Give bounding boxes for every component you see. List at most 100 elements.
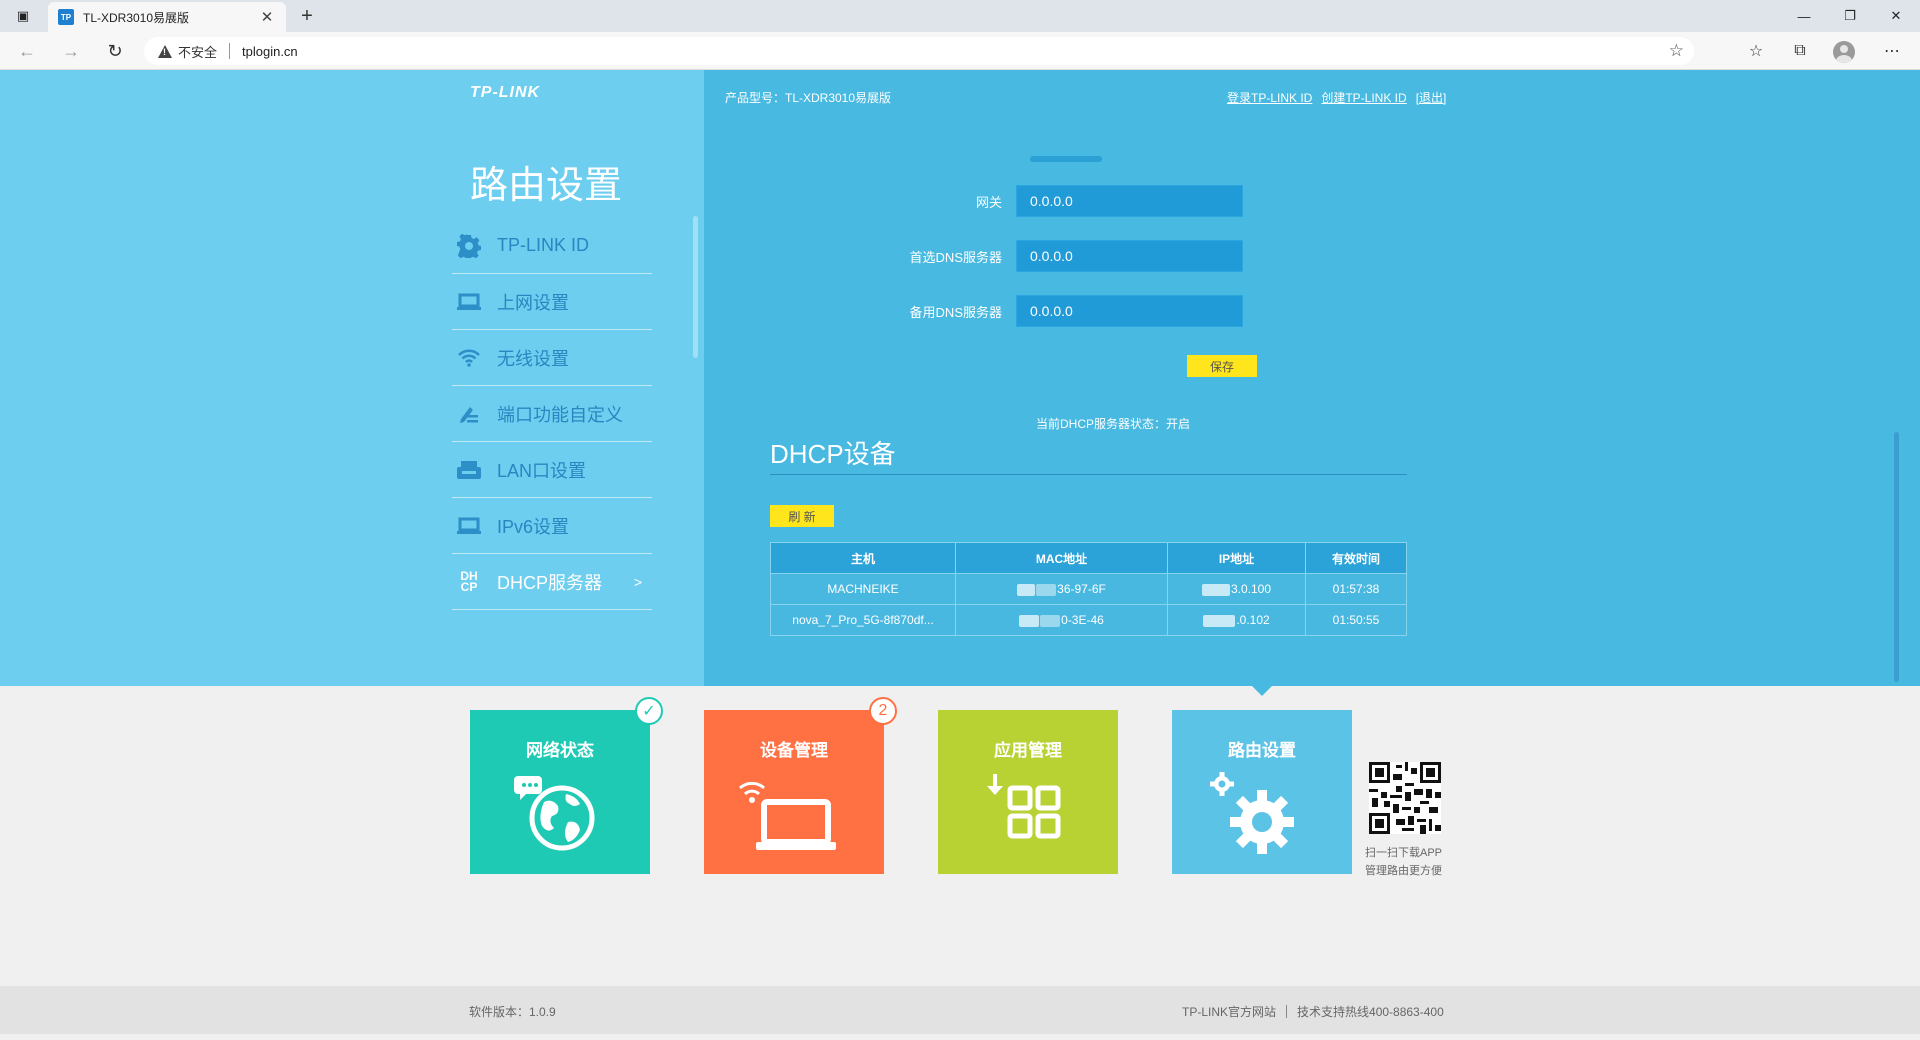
app-download-qr-code [1369,762,1441,834]
qr-caption-line: 管理路由更方便 [1365,865,1442,877]
refresh-icon[interactable]: ↻ [100,36,130,66]
mac-suffix: 0-3E-46 [1061,613,1104,627]
cell-ip: 3.0.100 [1167,573,1306,605]
refresh-button[interactable]: 刷 新 [770,505,834,527]
sidebar-item-label: LAN口设置 [497,460,587,481]
back-icon[interactable]: ← [12,36,42,66]
sidebar-item-port-custom[interactable]: 端口功能自定义 [452,386,652,442]
col-header-host: 主机 [770,542,956,574]
url-input[interactable]: 不安全 tplogin.cn ☆ [144,37,1694,65]
secondary-dns-input[interactable]: 0.0.0.0 [1016,295,1243,327]
section-indicator [1030,156,1102,162]
new-tab-button[interactable]: + [292,1,322,31]
tile-label: 设备管理 [760,741,828,760]
tab-actions-icon[interactable]: ▣ [0,0,46,32]
sidebar-item-tplink-id[interactable]: TP-LINK ID [452,218,652,274]
footer-links: TP-LINK官方网站 技术支持热线400-8863-400 [1182,1003,1444,1020]
port-custom-icon [455,400,483,428]
browser-tab[interactable]: TP TL-XDR3010易展版 ✕ [48,2,286,32]
divider [770,474,1407,475]
primary-dns-label: 首选DNS服务器 [909,249,1002,265]
logout-link[interactable]: [退出] [1416,89,1447,106]
more-menu-icon[interactable]: ⋯ [1877,36,1907,66]
save-button[interactable]: 保存 [1187,355,1257,377]
collections-icon[interactable]: ⧉ [1785,36,1815,66]
sidebar-item-internet[interactable]: 上网设置 [452,274,652,330]
divider [229,43,231,59]
gateway-row: 网关 0.0.0.0 [830,185,1258,217]
dhcp-server-status: 当前DHCP服务器状态：开启 [1036,417,1191,431]
tile-device-management[interactable]: 设备管理 2 [704,697,897,874]
sidebar-item-ipv6[interactable]: IPv6设置 [452,498,652,554]
close-window-icon[interactable]: ✕ [1873,0,1919,32]
forward-icon[interactable]: → [56,36,86,66]
lan-icon [455,456,483,484]
tab-close-icon[interactable]: ✕ [258,8,276,26]
browser-tab-strip: ▣ TP TL-XDR3010易展版 ✕ + — ❐ ✕ [0,0,1920,32]
minimize-icon[interactable]: — [1781,0,1827,32]
sidebar-title: 路由设置 [470,165,623,207]
dhcp-devices-title: DHCP设备 [770,439,896,469]
secondary-dns-label: 备用DNS服务器 [909,304,1002,320]
support-hotline: 技术支持热线400-8863-400 [1297,1005,1444,1019]
warning-icon [158,44,172,58]
tile-label: 路由设置 [1228,741,1296,760]
secondary-dns-row: 备用DNS服务器 0.0.0.0 [830,295,1258,327]
sidebar-item-dhcp[interactable]: DH CP DHCP服务器 > [452,554,652,610]
active-tile-pointer [1252,686,1272,696]
gear-icon [455,232,483,260]
cell-lease: 01:57:38 [1305,573,1407,605]
restore-icon[interactable]: ❐ [1827,0,1873,32]
globe-icon [470,770,650,866]
cell-host: MACHNEIKE [770,573,956,605]
dhcp-client-table: 主机 MAC地址 IP地址 有效时间 MACHNEIKE 36-97-6F 3.… [770,542,1407,636]
cell-mac: 0-3E-46 [955,604,1168,636]
software-version: 软件版本：1.0.9 [469,1005,556,1019]
add-favorite-icon[interactable]: ☆ [1669,41,1684,61]
address-bar: ← → ↻ 不安全 tplogin.cn ☆ ☆ ⧉ ⋯ [0,32,1920,70]
col-header-ip: IP地址 [1167,542,1306,574]
primary-dns-row: 首选DNS服务器 0.0.0.0 [830,240,1258,272]
tile-router-settings[interactable]: 路由设置 [1172,710,1352,874]
login-tplink-id-link[interactable]: 登录TP-LINK ID [1227,89,1312,106]
router-admin-page: TP-LINK 路由设置 TP-LINK ID 上网设置 无线设置 端口功能自定… [0,70,1920,1040]
favorites-icon[interactable]: ☆ [1741,36,1771,66]
cell-lease: 01:50:55 [1305,604,1407,636]
table-row: MACHNEIKE 36-97-6F 3.0.100 01:57:38 [770,573,1407,605]
official-site-link[interactable]: TP-LINK官方网站 [1182,1003,1276,1020]
sidebar-item-lan[interactable]: LAN口设置 [452,442,652,498]
tplink-favicon-icon: TP [58,9,74,25]
sidebar-item-label: IPv6设置 [497,516,570,537]
sidebar-scrollbar[interactable] [693,216,698,358]
wifi-icon [455,344,483,372]
col-header-lease: 有效时间 [1305,542,1407,574]
qr-caption-line: 扫一扫下载APP [1365,847,1443,859]
sidebar-item-label: 端口功能自定义 [497,404,623,425]
cell-host: nova_7_Pro_5G-8f870df... [770,604,956,636]
laptop-icon [455,512,483,540]
chevron-right-icon: > [633,573,642,590]
redaction-mask [1203,614,1236,627]
account-links: 登录TP-LINK ID 创建TP-LINK ID [退出] [1227,89,1446,106]
tplink-logo: TP-LINK [470,84,541,101]
page-footer: 软件版本：1.0.9 TP-LINK官方网站 技术支持热线400-8863-40… [0,986,1920,1034]
product-model: 产品型号：TL-XDR3010易展版 [725,91,892,105]
tile-network-status[interactable]: 网络状态 ✓ [470,697,663,874]
gateway-label: 网关 [975,194,1002,210]
primary-dns-input[interactable]: 0.0.0.0 [1016,240,1243,272]
check-badge-icon: ✓ [635,697,663,725]
content-scrollbar[interactable] [1894,432,1899,682]
laptop-wifi-icon [704,770,884,866]
ip-suffix: .0.102 [1236,613,1270,627]
create-tplink-id-link[interactable]: 创建TP-LINK ID [1321,89,1406,106]
qr-caption: 扫一扫下载APP 管理路由更方便 [1365,844,1442,880]
tile-app-management[interactable]: 应用管理 [938,710,1118,874]
security-label[interactable]: 不安全 [178,42,217,61]
sidebar-item-label: 无线设置 [497,348,569,369]
sidebar-item-wireless[interactable]: 无线设置 [452,330,652,386]
profile-avatar[interactable] [1833,41,1855,63]
sidebar-item-label: TP-LINK ID [497,235,590,255]
gateway-input[interactable]: 0.0.0.0 [1016,185,1243,217]
sidebar-item-label: DHCP服务器 [497,572,603,593]
cell-ip: .0.102 [1167,604,1306,636]
